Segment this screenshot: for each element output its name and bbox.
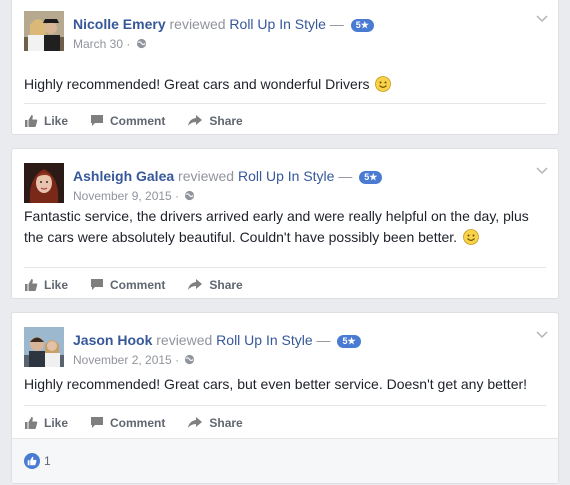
- separator-dash: —: [316, 332, 331, 348]
- comment-icon: [91, 417, 104, 428]
- like-label: Like: [44, 277, 69, 292]
- author-name[interactable]: Nicolle Emery: [73, 16, 166, 32]
- separator-dash: —: [338, 168, 353, 184]
- review-verb: reviewed: [178, 168, 235, 184]
- avatar[interactable]: [24, 11, 64, 51]
- review-verb: reviewed: [169, 16, 226, 32]
- review-text-content: Fantastic service, the drivers arrived e…: [24, 208, 529, 245]
- post-date[interactable]: November 9, 2015: [73, 189, 172, 203]
- share-button[interactable]: Share: [187, 277, 243, 292]
- thumbs-up-icon: [25, 278, 38, 291]
- page-link[interactable]: Roll Up In Style: [238, 168, 334, 184]
- comment-button[interactable]: Comment: [90, 114, 165, 128]
- like-count[interactable]: 1: [44, 454, 51, 468]
- avatar[interactable]: [24, 327, 64, 367]
- like-button[interactable]: Like: [24, 114, 68, 128]
- review-header: Ashleigh Galea reviewed Roll Up In Style…: [73, 167, 383, 185]
- action-bar: Like Comment Share: [24, 405, 546, 439]
- review-text: Highly recommended! Great cars, but even…: [24, 374, 546, 395]
- comment-button[interactable]: Comment: [90, 416, 165, 430]
- like-label: Like: [44, 113, 69, 128]
- comment-label: Comment: [110, 415, 166, 430]
- share-label: Share: [209, 415, 243, 430]
- meta-separator: ·: [175, 353, 180, 367]
- action-bar: Like Comment Share: [24, 103, 546, 137]
- like-button[interactable]: Like: [24, 416, 68, 430]
- smile-emoji-icon: [375, 76, 392, 92]
- review-card: Jason Hook reviewed Roll Up In Style — 5…: [11, 312, 559, 484]
- share-button[interactable]: Share: [187, 113, 243, 128]
- review-card: Nicolle Emery reviewed Roll Up In Style …: [11, 0, 559, 135]
- share-button[interactable]: Share: [187, 415, 243, 430]
- review-text-content: Highly recommended! Great cars and wonde…: [24, 76, 370, 92]
- separator-dash: —: [329, 16, 344, 32]
- comment-icon: [91, 115, 104, 126]
- review-header: Jason Hook reviewed Roll Up In Style — 5…: [73, 331, 361, 349]
- page-link[interactable]: Roll Up In Style: [229, 16, 325, 32]
- author-name[interactable]: Ashleigh Galea: [73, 168, 174, 184]
- page-link[interactable]: Roll Up In Style: [216, 332, 312, 348]
- post-meta: March 30 ·: [73, 36, 147, 52]
- post-meta: November 2, 2015 ·: [73, 352, 195, 368]
- comment-icon: [91, 279, 104, 290]
- review-text: Fantastic service, the drivers arrived e…: [24, 206, 546, 248]
- comment-button[interactable]: Comment: [90, 278, 165, 292]
- share-icon: [188, 279, 203, 290]
- review-text: Highly recommended! Great cars and wonde…: [24, 74, 546, 95]
- rating-badge: 5★: [350, 19, 374, 32]
- avatar[interactable]: [24, 163, 64, 203]
- share-icon: [188, 115, 203, 126]
- author-name[interactable]: Jason Hook: [73, 332, 152, 348]
- post-date[interactable]: November 2, 2015: [73, 353, 172, 367]
- share-label: Share: [209, 277, 243, 292]
- review-card: Ashleigh Galea reviewed Roll Up In Style…: [11, 148, 559, 299]
- like-reaction-icon: [24, 453, 40, 469]
- globe-icon: [185, 190, 195, 201]
- smile-emoji-icon: [463, 229, 479, 245]
- thumbs-up-icon: [25, 416, 38, 429]
- like-button[interactable]: Like: [24, 278, 68, 292]
- rating-badge: 5★: [359, 171, 383, 184]
- reactions-bar[interactable]: 1: [12, 438, 558, 483]
- comment-label: Comment: [110, 277, 166, 292]
- like-label: Like: [44, 415, 69, 430]
- globe-icon: [136, 38, 146, 49]
- review-verb: reviewed: [156, 332, 213, 348]
- chevron-down-icon[interactable]: [536, 331, 548, 339]
- comment-label: Comment: [110, 113, 166, 128]
- globe-icon: [185, 354, 195, 365]
- review-text-content: Highly recommended! Great cars, but even…: [24, 376, 528, 392]
- share-icon: [188, 417, 203, 428]
- review-header: Nicolle Emery reviewed Roll Up In Style …: [73, 15, 374, 33]
- chevron-down-icon[interactable]: [536, 167, 548, 175]
- action-bar: Like Comment Share: [24, 267, 546, 301]
- share-label: Share: [209, 113, 243, 128]
- post-date[interactable]: March 30: [73, 37, 123, 51]
- thumbs-up-icon: [25, 114, 38, 127]
- chevron-down-icon[interactable]: [536, 15, 548, 23]
- meta-separator: ·: [126, 37, 131, 51]
- post-meta: November 9, 2015 ·: [73, 188, 195, 204]
- meta-separator: ·: [175, 189, 180, 203]
- rating-badge: 5★: [337, 335, 361, 348]
